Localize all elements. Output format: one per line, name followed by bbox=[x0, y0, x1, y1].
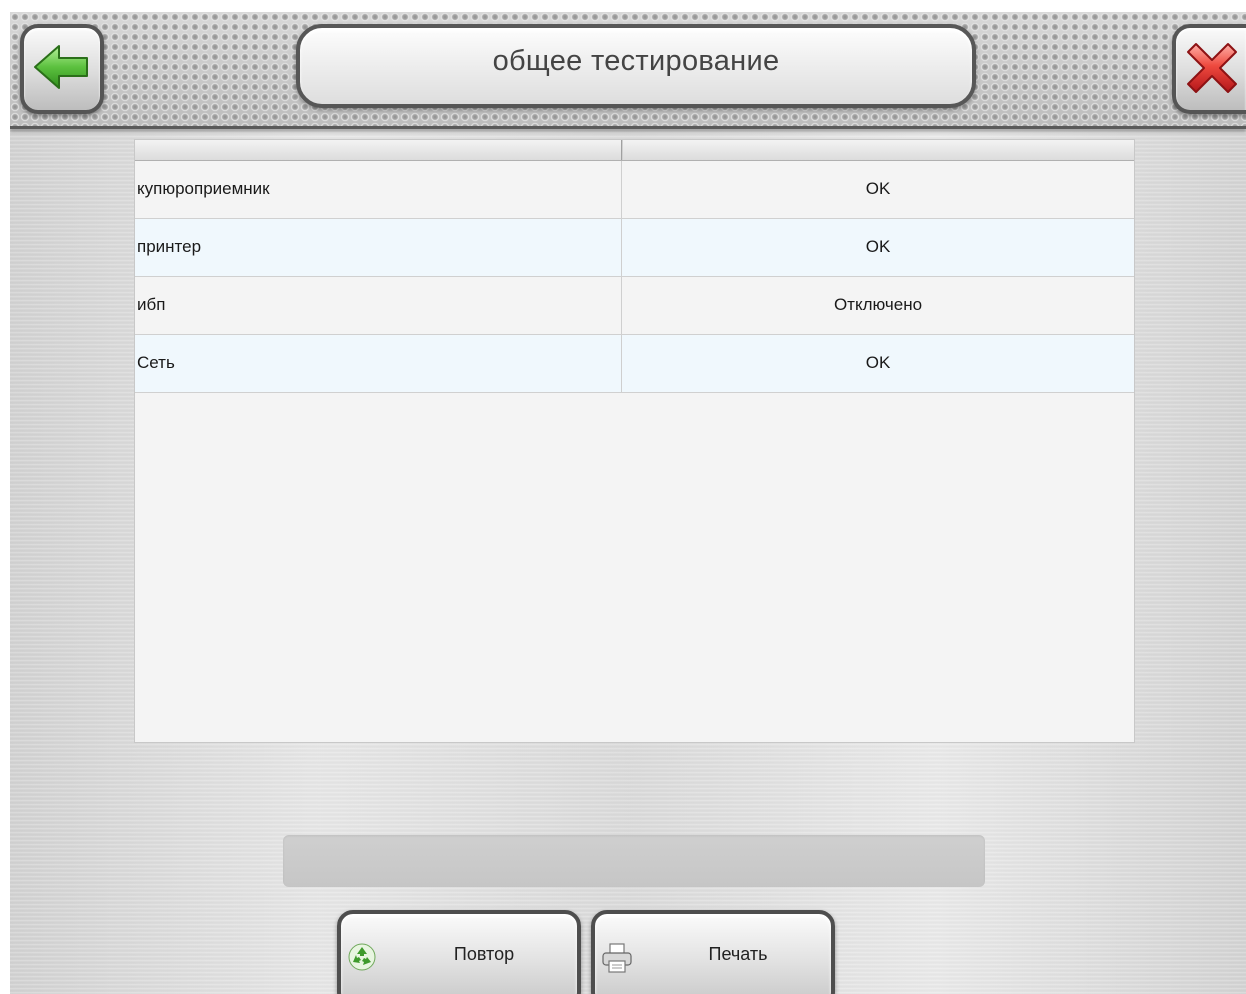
device-status-cell: OK bbox=[865, 237, 891, 256]
test-results-table: купюроприемник OK принтер OK ибп Отключе… bbox=[134, 139, 1135, 743]
arrow-left-icon bbox=[34, 45, 88, 89]
table-row[interactable]: Сеть OK bbox=[135, 335, 1134, 393]
device-name-cell: ибп bbox=[135, 277, 622, 334]
table-row[interactable]: принтер OK bbox=[135, 219, 1134, 277]
table-row[interactable]: ибп Отключено bbox=[135, 277, 1134, 335]
close-button[interactable] bbox=[1172, 24, 1246, 114]
screen: общее тестирование купюроприемник OK при… bbox=[10, 12, 1246, 994]
print-button-label: Печать bbox=[708, 944, 768, 964]
device-name-cell: Сеть bbox=[135, 335, 622, 392]
printer-icon bbox=[601, 942, 633, 979]
status-message-bar bbox=[283, 835, 985, 887]
repeat-button[interactable]: Повтор bbox=[337, 910, 581, 994]
column-header-name bbox=[135, 140, 622, 160]
recycle-icon bbox=[347, 942, 377, 977]
page-title: общее тестирование bbox=[492, 45, 780, 77]
close-icon bbox=[1187, 43, 1237, 93]
back-button[interactable] bbox=[20, 24, 104, 114]
table-header bbox=[135, 140, 1134, 161]
header-bar: общее тестирование bbox=[10, 12, 1246, 129]
title-box: общее тестирование bbox=[296, 24, 976, 108]
device-status-cell: OK bbox=[865, 179, 891, 198]
print-button[interactable]: Печать bbox=[591, 910, 835, 994]
device-name-cell: принтер bbox=[135, 219, 622, 276]
table-row[interactable]: купюроприемник OK bbox=[135, 161, 1134, 219]
device-status-cell: OK bbox=[865, 353, 891, 372]
repeat-button-label: Повтор bbox=[453, 944, 515, 964]
column-header-status bbox=[622, 140, 1134, 160]
device-status-cell: Отключено bbox=[833, 295, 923, 314]
device-name-cell: купюроприемник bbox=[135, 161, 622, 218]
